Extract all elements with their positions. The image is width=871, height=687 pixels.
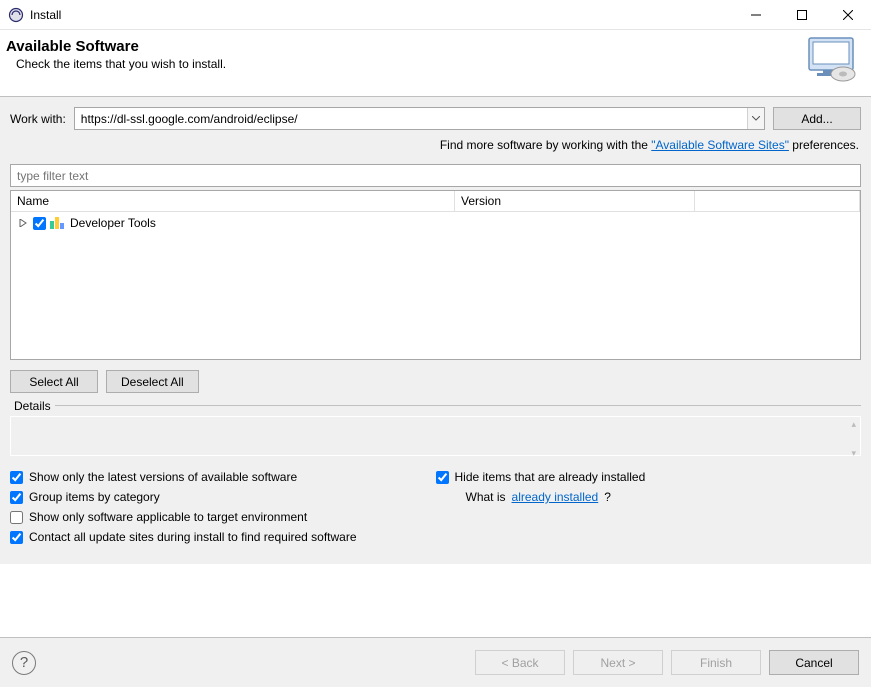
workwith-combo[interactable] bbox=[74, 107, 765, 130]
filter-input[interactable] bbox=[10, 164, 861, 187]
install-banner-icon bbox=[803, 36, 859, 84]
column-spacer bbox=[695, 191, 860, 211]
minimize-icon bbox=[751, 10, 761, 20]
close-icon bbox=[843, 10, 853, 20]
group-category-checkbox[interactable] bbox=[10, 491, 23, 504]
maximize-icon bbox=[797, 10, 807, 20]
show-latest-checkbox[interactable] bbox=[10, 471, 23, 484]
details-label: Details bbox=[10, 399, 55, 413]
show-applicable-checkbox[interactable] bbox=[10, 511, 23, 524]
details-body: ▴ ▾ bbox=[10, 416, 861, 456]
window-title: Install bbox=[30, 8, 61, 22]
tree-item-label: Developer Tools bbox=[70, 216, 156, 230]
what-is-already-installed: What is already installed? bbox=[436, 490, 862, 504]
column-version[interactable]: Version bbox=[455, 191, 695, 211]
tree-row[interactable]: Developer Tools bbox=[11, 214, 860, 232]
help-button[interactable]: ? bbox=[12, 651, 36, 675]
select-all-button[interactable]: Select All bbox=[10, 370, 98, 393]
hide-installed-checkbox[interactable] bbox=[436, 471, 449, 484]
option-group-category[interactable]: Group items by category bbox=[10, 490, 436, 504]
option-show-applicable[interactable]: Show only software applicable to target … bbox=[10, 510, 436, 524]
contact-sites-checkbox[interactable] bbox=[10, 531, 23, 544]
next-button[interactable]: Next > bbox=[573, 650, 663, 675]
scroll-up-icon[interactable]: ▴ bbox=[851, 419, 856, 430]
page-subtitle: Check the items that you wish to install… bbox=[16, 57, 795, 71]
option-contact-sites[interactable]: Contact all update sites during install … bbox=[10, 530, 436, 544]
workwith-label: Work with: bbox=[10, 112, 66, 126]
help-icon: ? bbox=[20, 654, 28, 671]
eclipse-icon bbox=[8, 7, 24, 23]
option-hide-installed[interactable]: Hide items that are already installed bbox=[436, 470, 862, 484]
column-name[interactable]: Name bbox=[11, 191, 455, 211]
cancel-button[interactable]: Cancel bbox=[769, 650, 859, 675]
details-group: Details ▴ ▾ bbox=[10, 405, 861, 456]
add-button[interactable]: Add... bbox=[773, 107, 861, 130]
finish-button[interactable]: Finish bbox=[671, 650, 761, 675]
chevron-down-icon bbox=[752, 116, 760, 121]
already-installed-link[interactable]: already installed bbox=[512, 490, 599, 504]
close-button[interactable] bbox=[825, 0, 871, 30]
available-sites-link[interactable]: "Available Software Sites" bbox=[651, 138, 789, 152]
scroll-down-icon[interactable]: ▾ bbox=[851, 448, 856, 459]
titlebar: Install bbox=[0, 0, 871, 30]
tree-header: Name Version bbox=[11, 191, 860, 212]
findmore-text: Find more software by working with the "… bbox=[10, 130, 861, 164]
back-button[interactable]: < Back bbox=[475, 650, 565, 675]
option-show-latest[interactable]: Show only the latest versions of availab… bbox=[10, 470, 436, 484]
workwith-input[interactable] bbox=[75, 108, 747, 129]
expand-icon[interactable] bbox=[17, 217, 29, 229]
wizard-footer: ? < Back Next > Finish Cancel bbox=[0, 637, 871, 687]
page-title: Available Software bbox=[6, 38, 795, 55]
workwith-dropdown-button[interactable] bbox=[747, 108, 764, 129]
maximize-button[interactable] bbox=[779, 0, 825, 30]
wizard-header: Available Software Check the items that … bbox=[0, 30, 871, 97]
minimize-button[interactable] bbox=[733, 0, 779, 30]
deselect-all-button[interactable]: Deselect All bbox=[106, 370, 199, 393]
software-tree[interactable]: Name Version Developer Tools bbox=[10, 190, 861, 360]
tree-item-checkbox[interactable] bbox=[33, 217, 46, 230]
category-icon bbox=[50, 217, 66, 229]
